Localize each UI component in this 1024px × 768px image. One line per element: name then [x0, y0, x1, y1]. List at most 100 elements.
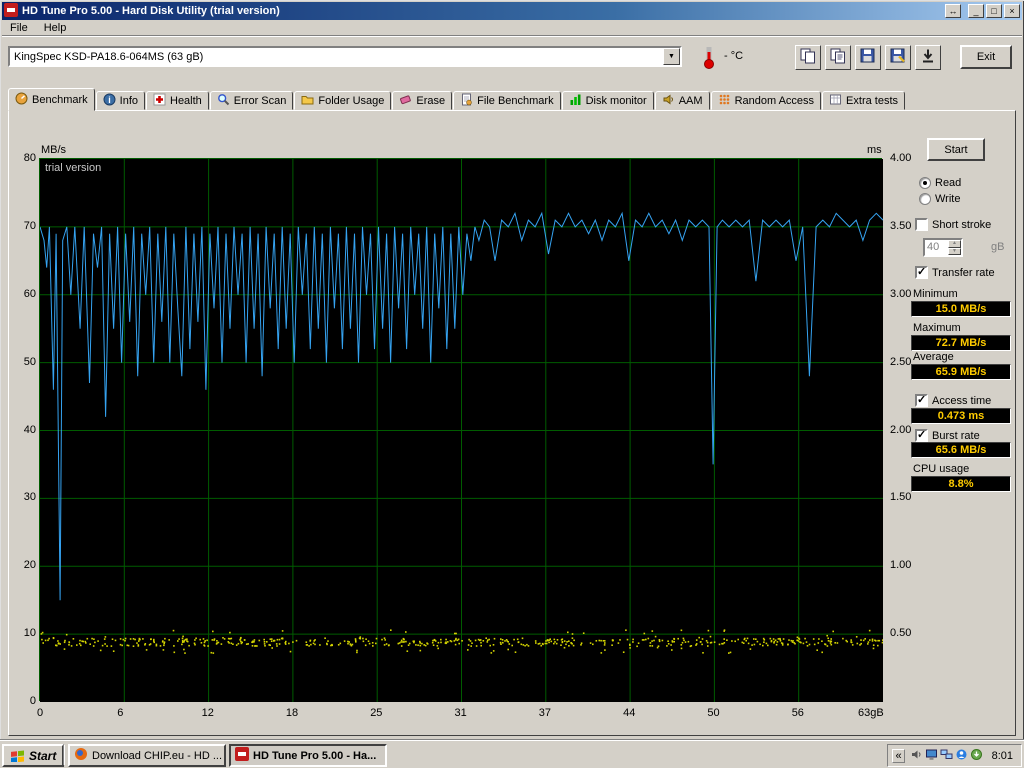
toolbar: KingSpec KSD-PA18.6-064MS (63 gB) ▼ - °C…	[2, 37, 1022, 83]
hd-tune-window: HD Tune Pro 5.00 - Hard Disk Utility (tr…	[0, 0, 1024, 768]
read-radio[interactable]	[919, 177, 931, 189]
close-button[interactable]: ×	[1004, 4, 1020, 18]
write-radio-label: Write	[935, 193, 961, 205]
short-stroke-checkbox[interactable]	[915, 218, 928, 231]
file-benchmark-icon	[460, 93, 473, 109]
copy-image-button[interactable]	[795, 45, 821, 70]
temperature-label: - °C	[724, 50, 744, 62]
minimum-label: Minimum	[913, 288, 958, 300]
read-radio-label: Read	[935, 177, 962, 189]
tick-label: 70	[23, 220, 36, 232]
random-access-icon	[718, 93, 731, 109]
updates-icon[interactable]	[969, 747, 984, 762]
benchmark-icon	[15, 92, 28, 108]
maximize-button[interactable]: □	[986, 4, 1002, 18]
tab-random-access[interactable]: Random Access	[710, 91, 822, 110]
tick-label: 25	[370, 707, 383, 719]
cpu-usage-value: 8.8%	[911, 476, 1011, 492]
benchmark-chart: trial version	[39, 158, 884, 702]
save-image-button[interactable]	[855, 45, 881, 70]
short-stroke-value: 40	[927, 241, 940, 253]
menubar: File Help	[2, 20, 1022, 36]
burst-rate-checkbox[interactable]	[915, 428, 928, 442]
tab-folder-usage[interactable]: Folder Usage	[294, 91, 392, 110]
tick-label: 6	[117, 707, 124, 719]
restore-down-button[interactable]: ↔	[945, 4, 961, 18]
access-time-label: Access time	[932, 394, 992, 407]
drive-selector[interactable]: KingSpec KSD-PA18.6-064MS (63 gB) ▼	[8, 46, 682, 67]
info-icon: i	[103, 93, 116, 109]
tab-extra-tests[interactable]: Extra tests	[822, 91, 906, 110]
menu-help[interactable]: Help	[36, 21, 75, 35]
window-controls: ↔ _ □ ×	[945, 4, 1020, 18]
tick-label: 2.50	[890, 356, 912, 368]
display-icon[interactable]	[924, 747, 939, 762]
average-value: 65.9 MB/s	[911, 364, 1011, 380]
tick-label: 1.00	[890, 559, 912, 571]
task-label: Download CHIP.eu - HD ...	[92, 749, 223, 762]
taskbar-task-2[interactable]: HD Tune Pro 5.00 - Ha...	[229, 744, 387, 767]
chart-canvas	[39, 159, 884, 702]
tick-label: 63gB	[858, 707, 884, 719]
exit-button[interactable]: Exit	[960, 45, 1012, 69]
burst-rate-value: 65.6 MB/s	[911, 442, 1011, 458]
titlebar[interactable]: HD Tune Pro 5.00 - Hard Disk Utility (tr…	[2, 2, 1022, 20]
menu-file[interactable]: File	[2, 21, 36, 35]
window-title: HD Tune Pro 5.00 - Hard Disk Utility (tr…	[22, 5, 280, 17]
spinner-arrows-icon[interactable]	[948, 240, 961, 255]
tab-info[interactable]: i Info	[95, 91, 145, 110]
download-button[interactable]	[915, 45, 941, 70]
copy-text-button[interactable]	[825, 45, 851, 70]
taskbar-divider	[63, 745, 65, 765]
tick-label: 40	[23, 424, 36, 436]
benchmark-panel: MB/s ms 80 70 60 50 40 30 20 10 0 4.00 3.50 3.00 2.…	[8, 110, 1016, 736]
tray-collapse-chevron[interactable]: «	[892, 748, 905, 763]
taskbar-task-1[interactable]: Download CHIP.eu - HD ...	[68, 744, 226, 767]
tick-label: 44	[623, 707, 636, 719]
short-stroke-spinner[interactable]: 40	[923, 238, 963, 257]
minimum-value: 15.0 MB/s	[911, 301, 1011, 317]
dropdown-arrow-icon[interactable]: ▼	[663, 48, 680, 65]
write-radio[interactable]	[919, 193, 931, 205]
tab-aam[interactable]: AAM	[654, 91, 710, 110]
health-icon	[153, 93, 166, 109]
tab-error-scan[interactable]: Error Scan	[209, 91, 294, 110]
hdtune-icon	[235, 747, 249, 764]
volume-icon[interactable]	[909, 747, 924, 762]
error-scan-icon	[217, 93, 230, 109]
start-benchmark-button[interactable]: Start	[927, 138, 985, 161]
task-label: HD Tune Pro 5.00 - Ha...	[253, 749, 377, 762]
tick-label: 2.00	[890, 424, 912, 436]
tick-label: 12	[201, 707, 214, 719]
y-left-axis-label: MB/s	[41, 144, 67, 156]
taskbar-clock: 8:01	[991, 749, 1013, 762]
tab-file-benchmark[interactable]: File Benchmark	[453, 91, 561, 110]
minimize-button[interactable]: _	[968, 4, 984, 18]
browser-icon	[74, 747, 88, 764]
tab-label: Extra tests	[846, 94, 899, 107]
transfer-rate-checkbox[interactable]	[915, 265, 928, 279]
tab-erase[interactable]: Erase	[392, 91, 453, 110]
toolbar-buttons	[795, 45, 941, 70]
copy-text-icon	[829, 47, 847, 68]
tick-label: 3.00	[890, 288, 912, 300]
messenger-icon[interactable]	[954, 747, 969, 762]
tick-label: 18	[285, 707, 299, 719]
tab-benchmark[interactable]: Benchmark	[8, 88, 95, 111]
access-time-checkbox[interactable]	[915, 393, 928, 407]
y-right-axis-label: ms	[867, 144, 882, 156]
network-icon[interactable]	[939, 747, 954, 762]
save-text-button[interactable]	[885, 45, 911, 70]
tab-disk-monitor[interactable]: Disk monitor	[561, 91, 654, 110]
tick-label: 30	[23, 491, 36, 503]
tick-label: 1.50	[890, 491, 912, 503]
tab-health[interactable]: Health	[146, 91, 209, 110]
tray-icons	[909, 747, 984, 764]
tick-label: 0.50	[890, 627, 912, 639]
tick-label: 3.50	[890, 220, 912, 232]
start-button[interactable]: Start	[2, 744, 65, 767]
tick-label: 0	[29, 695, 36, 707]
tab-label: Folder Usage	[318, 94, 385, 107]
short-stroke-unit: gB	[991, 241, 1005, 253]
task-buttons: Download CHIP.eu - HD ... HD Tune Pro 5.0…	[68, 744, 387, 767]
